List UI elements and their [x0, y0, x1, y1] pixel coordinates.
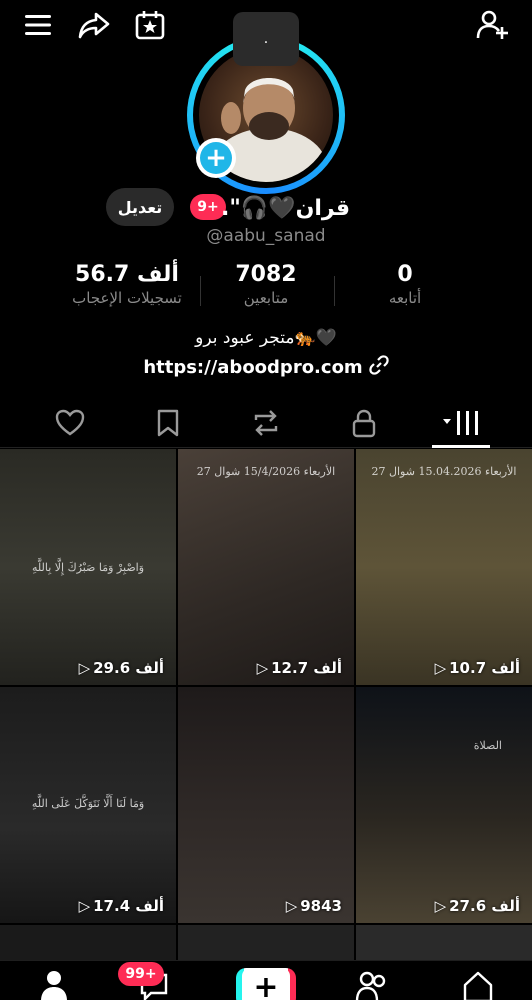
video-caption: الأربعاء 15.04.2026 شوال 27 — [371, 465, 517, 478]
likes-count: 56.7 ألف — [75, 262, 179, 287]
edit-profile-button[interactable]: تعديل — [106, 188, 174, 226]
tooltip: . — [233, 12, 299, 66]
hamburger-menu-icon[interactable] — [22, 10, 54, 40]
profile-stats: 56.7 ألف تسجيلات الإعجاب 7082 متابعين 0 … — [0, 262, 532, 316]
bio-text: متجر عبود برو🐅🖤 — [195, 328, 337, 348]
active-tab-indicator — [432, 445, 490, 448]
followers-count: 7082 — [235, 262, 297, 287]
create-button[interactable]: + — [236, 968, 296, 1000]
nav-home[interactable] — [448, 961, 508, 1000]
nav-profile[interactable] — [24, 961, 84, 1000]
video-caption: وَاصْبِرْ وَمَا صَبْرُكَ إِلَّا بِاللَّه… — [31, 561, 145, 574]
likes-label: تسجيلات الإعجاب — [72, 289, 182, 307]
stats-divider — [334, 276, 335, 306]
play-count: ▷ 12.7 ألف — [256, 659, 342, 677]
play-count: ▷ 29.6 ألف — [78, 659, 164, 677]
play-icon: ▷ — [78, 659, 91, 677]
video-thumbnail[interactable]: الأربعاء 15.04.2026 شوال 27 ▷ 10.7 ألف — [356, 449, 532, 685]
play-icon: ▷ — [434, 659, 447, 677]
video-caption: الأربعاء 15/4/2026 شوال 27 — [196, 465, 336, 478]
bookmark-icon — [157, 409, 179, 437]
content-tabs — [0, 400, 532, 448]
video-thumbnail[interactable]: الصلاة ▷ 27.6 ألف — [356, 687, 532, 923]
repost-icon — [254, 410, 278, 436]
lock-icon — [352, 409, 376, 438]
following-count: 0 — [397, 262, 413, 287]
play-icon: ▷ — [78, 897, 91, 915]
followers-stat[interactable]: 7082 متابعين — [210, 262, 322, 307]
play-count: ▷ 10.7 ألف — [434, 659, 520, 677]
tab-reposts[interactable] — [236, 400, 296, 446]
video-thumbnail[interactable] — [178, 925, 354, 961]
play-icon: ▷ — [434, 897, 447, 915]
video-thumbnail[interactable]: وَاصْبِرْ وَمَا صَبْرُكَ إِلَّا بِاللَّه… — [0, 449, 176, 685]
add-user-icon[interactable] — [474, 8, 510, 42]
stats-divider — [200, 276, 201, 306]
link-icon — [369, 355, 389, 380]
video-thumbnail[interactable]: ▷ 9843 — [178, 687, 354, 923]
profile-link[interactable]: https://aboodpro.com — [0, 355, 532, 380]
liked-icon — [55, 409, 85, 436]
play-icon: ▷ — [285, 897, 298, 915]
video-thumbnail[interactable] — [0, 925, 176, 961]
profile-icon — [41, 971, 67, 1000]
share-arrow-icon[interactable] — [76, 8, 112, 42]
profile-name: قران🖤🎧". — [220, 195, 350, 221]
create-plus-icon: + — [242, 968, 290, 1000]
play-count: ▷ 27.6 ألف — [434, 897, 520, 915]
profile-link-text[interactable]: https://aboodpro.com — [143, 357, 362, 378]
home-icon — [463, 971, 493, 1000]
tab-videos[interactable] — [432, 400, 492, 446]
play-count: ▷ 17.4 ألف — [78, 897, 164, 915]
tab-bookmarks[interactable] — [138, 400, 198, 446]
following-label: أتابعه — [388, 289, 422, 307]
friends-icon — [355, 971, 386, 1000]
video-thumbnail[interactable]: وَمَا لَنَا أَلَّا نَتَوَكَّلَ عَلَى الل… — [0, 687, 176, 923]
video-thumbnail[interactable]: الأربعاء 15/4/2026 شوال 27 ▷ 12.7 ألف — [178, 449, 354, 685]
play-icon: ▷ — [256, 659, 269, 677]
add-story-button[interactable]: + — [196, 138, 236, 178]
videos-grid-icon — [443, 411, 478, 435]
play-count: ▷ 9843 — [285, 897, 342, 915]
messages-badge: 99+ — [118, 962, 164, 986]
video-caption: وَمَا لَنَا أَلَّا نَتَوَكَّلَ عَلَى الل… — [31, 797, 145, 810]
username: @aabu_sanad — [206, 226, 326, 246]
likes-stat[interactable]: 56.7 ألف تسجيلات الإعجاب — [60, 262, 194, 307]
nav-friends[interactable] — [342, 961, 402, 1000]
followers-label: متابعين — [243, 289, 289, 307]
tab-private[interactable] — [334, 400, 394, 446]
video-thumbnail[interactable] — [356, 925, 532, 961]
video-caption: الصلاة — [473, 739, 502, 752]
calendar-star-icon[interactable] — [132, 8, 168, 42]
tab-liked[interactable] — [40, 400, 100, 446]
following-stat[interactable]: 0 أتابعه — [360, 262, 450, 307]
